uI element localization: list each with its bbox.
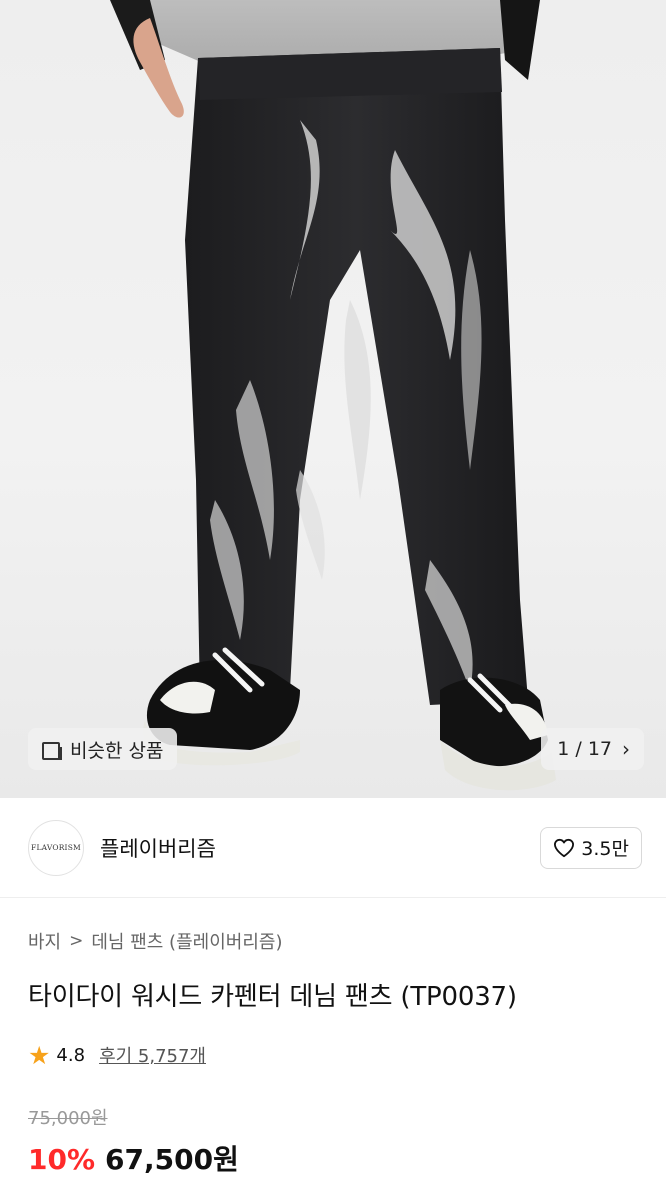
similar-items-label: 비슷한 상품 [70,739,164,762]
like-button[interactable]: 3.5만 [540,826,642,869]
chevron-right-icon: > [69,931,84,951]
heart-outline-icon [554,838,575,857]
similar-items-button[interactable]: 비슷한 상품 [28,728,178,770]
product-title: 타이다이 워시드 카펜터 데님 팬츠 (TP0037) [28,982,517,1012]
similar-items-icon [40,738,62,760]
brand-row: FLAVORISM 플레이버리즘 3.5만 [0,798,666,898]
discount-rate: 10% [28,1143,96,1176]
breadcrumb-item-category[interactable]: 바지 [28,928,61,954]
rating-row: ★ 4.8 후기 5,757개 [28,1042,206,1068]
like-count: 3.5만 [581,838,629,860]
chevron-right-icon[interactable]: › [622,737,630,761]
breadcrumb: 바지 > 데님 팬츠 (플레이버리즘) [28,928,282,954]
rating-score: 4.8 [56,1044,86,1066]
original-price: 75,000원 [28,1108,108,1129]
brand-name[interactable]: 플레이버리즘 [100,833,540,863]
price-row: 10% 67,500원 [28,1138,239,1178]
sale-price: 67,500원 [105,1143,239,1176]
review-link[interactable]: 후기 5,757개 [99,1042,206,1068]
product-photo [110,0,556,791]
star-icon: ★ [28,1040,51,1070]
breadcrumb-item-subcategory[interactable]: 데님 팬츠 (플레이버리즘) [91,928,282,954]
brand-logo-text: FLAVORISM [31,843,81,852]
page-indicator: 1 / 17 [557,738,612,760]
image-pager[interactable]: 1 / 17 › [541,728,644,770]
brand-logo[interactable]: FLAVORISM [28,819,84,876]
product-image[interactable]: 비슷한 상품 1 / 17 › [0,0,666,798]
